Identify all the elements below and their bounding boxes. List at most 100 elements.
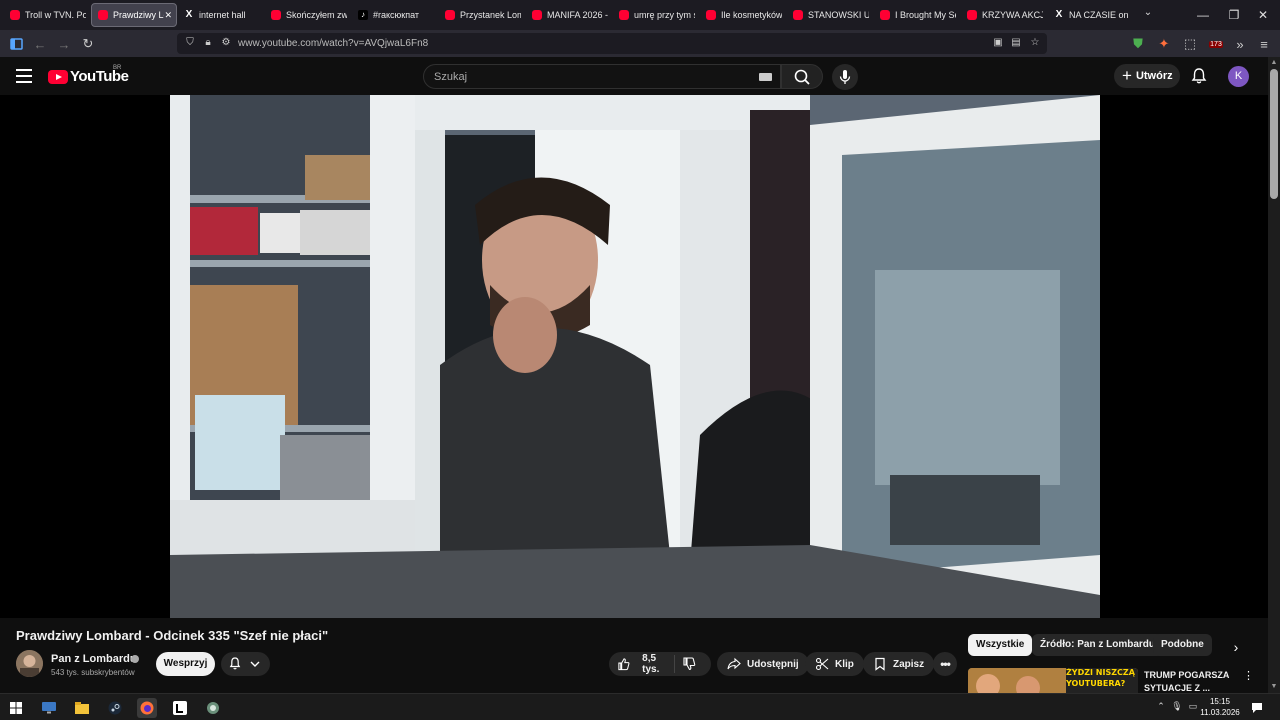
notion-app-icon[interactable] [170,698,190,718]
video-title: Prawdziwy Lombard - Odcinek 335 "Szef ni… [16,628,329,643]
youtube-masthead: YouTube BR Szukaj + Utwórz K [0,57,1268,95]
browser-tab[interactable]: I Brought My Se [874,3,960,27]
tray-chevron-up-icon[interactable]: ⌃ [1155,700,1167,712]
picture-in-picture-icon[interactable]: ▣ [991,36,1005,50]
url-text[interactable]: www.youtube.com/watch?v=AVQjwaL6Fn8 [238,38,428,49]
reload-icon[interactable]: ↻ [78,34,98,54]
youtube-icon [619,10,629,20]
more-actions-button[interactable]: ••• [933,652,957,676]
firefox-icon[interactable] [137,698,157,718]
bookmark-star-icon[interactable]: ☆ [1028,36,1042,50]
app-icon[interactable] [203,698,223,718]
close-window-icon[interactable]: ✕ [1246,0,1280,30]
system-clock[interactable]: 15:15 11.03.2026 [1200,696,1240,718]
search-icon [794,69,810,85]
like-button[interactable]: 8,5 tys. [609,653,675,675]
youtube-icon [532,10,542,20]
network-icon[interactable]: ▭ [1187,700,1199,712]
search-button[interactable] [781,64,823,89]
recommendation-title[interactable]: TRUMP POGARSZA SYTUACJE Z ... [1144,669,1234,695]
subscriber-count: 543 tys. subskrybentów [51,668,135,677]
chevron-right-icon[interactable]: › [1229,640,1243,654]
browser-tab[interactable]: umrę przy tym s [613,3,699,27]
browser-tab[interactable]: ♪ #raксюкпат [352,3,438,27]
browser-tab[interactable]: Troll w TVN. Poc [4,3,90,27]
file-explorer-icon[interactable] [72,698,92,718]
youtube-play-icon [48,69,68,84]
browser-tab-active[interactable]: Prawdziwy Lo ✕ [91,3,177,27]
channel-name[interactable]: Pan z Lombardu [51,653,137,665]
lock-icon[interactable]: 🔒︎ [201,36,215,50]
support-button[interactable]: Wesprzyj [156,652,215,676]
browser-toolbar: ← → ↻ ⛉ 🔒︎ ⚙ www.youtube.com/watch?v=AVQ… [0,30,1280,57]
vpn-extension-icon[interactable]: ⛊ [1128,34,1148,54]
youtube-icon [98,10,108,20]
account-avatar[interactable]: K [1228,66,1249,87]
scrollbar-thumb[interactable] [1270,69,1278,199]
extensions-puzzle-icon[interactable]: ⬚ [1180,34,1200,54]
keyboard-icon[interactable] [759,73,772,81]
channel-avatar[interactable] [16,650,43,677]
overflow-chevron-icon[interactable]: » [1230,34,1250,54]
permissions-icon[interactable]: ⚙ [219,36,233,50]
page-scrollbar[interactable]: ▲ ▼ [1268,57,1280,693]
x-icon: X [1055,9,1063,20]
forward-icon[interactable]: → [54,34,74,54]
minimize-icon[interactable]: — [1186,0,1220,30]
verified-icon [131,655,139,663]
extension-icon[interactable]: ✦ [1154,34,1174,54]
recommendation-thumbnail[interactable]: ŻYDZI NISZCZĄ YOUTUBERA? [968,668,1138,693]
chevron-down-icon [250,661,260,667]
hamburger-menu-icon[interactable] [16,69,32,83]
x-icon: X [185,9,193,20]
share-icon [727,657,741,670]
chip-all[interactable]: Wszystkie [968,634,1033,656]
video-info-section: Prawdziwy Lombard - Odcinek 335 "Szef ni… [0,618,1268,693]
create-button[interactable]: + Utwórz [1114,64,1180,88]
browser-tab[interactable]: Xinternet hall [178,3,264,27]
monitor-app-icon[interactable] [39,698,59,718]
voice-search-button[interactable] [832,64,858,90]
thumbs-up-icon [618,658,630,671]
reader-view-icon[interactable]: ▤ [1009,36,1023,50]
youtube-icon [967,10,977,20]
browser-tab[interactable]: Ile kosmetyków [700,3,786,27]
browser-tab[interactable]: KRZYWA AKCJA [961,3,1047,27]
browser-tab[interactable]: STANOWSKI UJA [787,3,873,27]
youtube-icon [10,10,20,20]
browser-tab[interactable]: Skończyłem zwią [265,3,351,27]
steam-icon[interactable] [105,698,125,718]
close-tab-icon[interactable]: ✕ [164,10,172,21]
subscription-bell-button[interactable] [221,652,270,676]
clip-button[interactable]: Klip [805,652,864,676]
back-icon[interactable]: ← [30,34,50,54]
chip-related[interactable]: Podobne [1153,634,1212,656]
chip-source[interactable]: Źródło: Pan z Lombardu [1032,634,1163,656]
app-menu-icon[interactable]: ≡ [1254,34,1274,54]
dislike-button[interactable] [675,657,709,671]
notification-center-icon[interactable] [1251,701,1263,713]
scroll-down-icon[interactable]: ▼ [1270,683,1278,691]
browser-tab[interactable]: XNA CZASIE on X [1048,3,1134,27]
tiktok-icon: ♪ [358,10,368,20]
youtube-logo[interactable]: YouTube BR [48,65,129,85]
ublock-extension-icon[interactable]: 173 [1206,34,1226,54]
video-frame[interactable] [170,95,1100,618]
windows-start-icon[interactable] [6,698,26,718]
browser-tab[interactable]: MANIFA 2026 - [526,3,612,27]
list-all-tabs-icon[interactable]: ⌄ [1141,7,1155,21]
microphone-tray-icon[interactable]: 🎙︎ [1171,700,1183,712]
address-bar[interactable]: ⛉ 🔒︎ ⚙ www.youtube.com/watch?v=AVQjwaL6F… [177,33,1047,54]
save-button[interactable]: Zapisz [863,652,935,676]
notifications-bell-icon[interactable] [1189,66,1209,86]
more-vertical-icon[interactable]: ⋮ [1243,670,1254,682]
youtube-icon [445,10,455,20]
browser-tab[interactable]: Przystanek Lomb [439,3,525,27]
share-button[interactable]: Udostępnij [717,652,809,676]
scissors-icon [815,657,829,671]
scroll-up-icon[interactable]: ▲ [1270,59,1278,67]
sidebar-toggle-icon[interactable] [6,34,26,54]
search-input[interactable]: Szukaj [423,64,781,89]
video-player[interactable] [0,95,1268,618]
shield-icon[interactable]: ⛉ [183,36,197,50]
